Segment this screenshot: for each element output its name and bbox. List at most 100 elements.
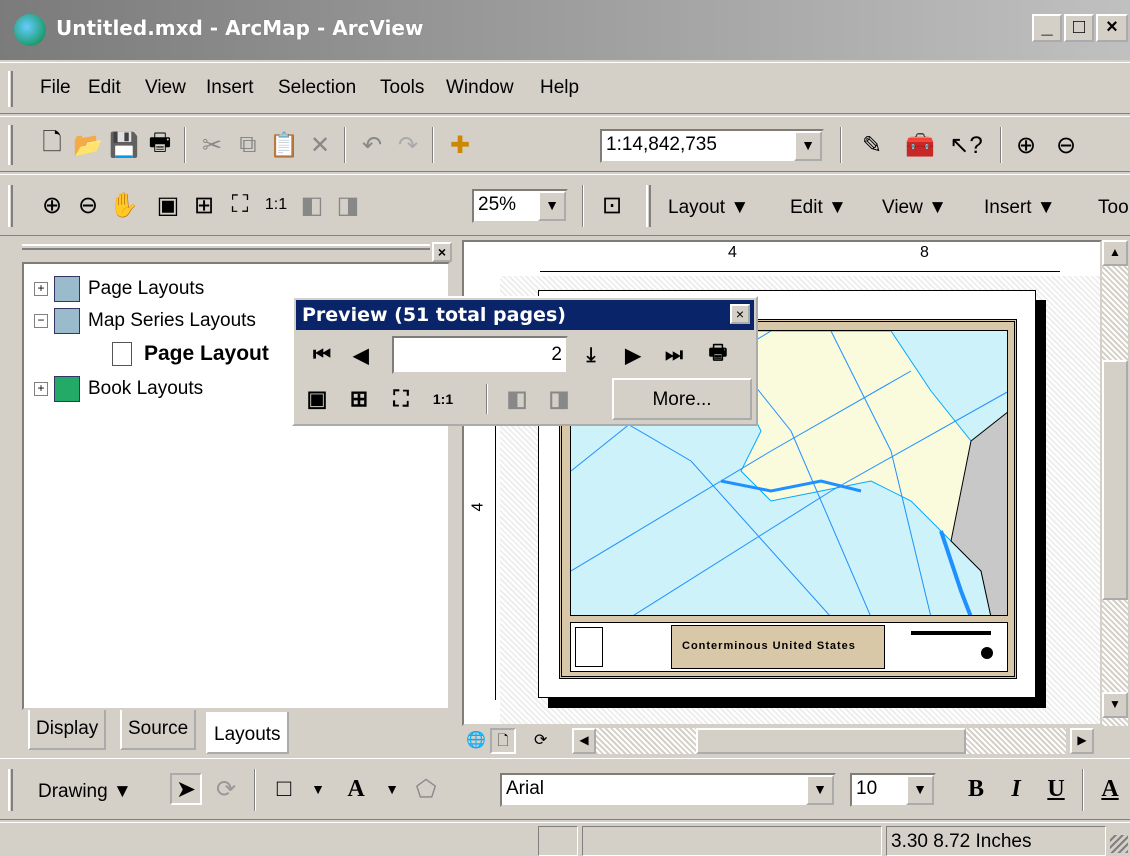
toc-item-map-series-layouts[interactable]: Map Series Layouts	[88, 310, 256, 332]
menu-selection[interactable]: Selection	[278, 77, 356, 99]
tools-menu[interactable]: Too	[1098, 197, 1129, 219]
chevron-down-icon[interactable]: ▼	[538, 191, 566, 221]
edit-menu[interactable]: Edit ▼	[790, 197, 847, 219]
paste-icon[interactable]: 📋	[268, 129, 300, 161]
close-button[interactable]: ×	[1096, 14, 1128, 42]
menu-help[interactable]: Help	[540, 77, 579, 99]
insert-menu[interactable]: Insert ▼	[984, 197, 1056, 219]
open-folder-icon[interactable]: 📂	[72, 129, 104, 161]
close-icon[interactable]: ×	[730, 304, 750, 324]
next-page-icon[interactable]: ▶	[616, 338, 650, 372]
fixed-zoom-out-icon[interactable]: ⛶	[386, 384, 416, 414]
view-menu[interactable]: View ▼	[882, 197, 947, 219]
horizontal-scroll-thumb[interactable]	[696, 728, 966, 754]
layout-zoom-out-icon[interactable]: ⊖	[72, 189, 104, 221]
fixed-zoom-in-icon[interactable]: ⊞	[344, 384, 374, 414]
forward-extent-icon[interactable]: ◨	[544, 384, 574, 414]
page-number-input[interactable]: 2	[392, 336, 568, 374]
arctoolbox-icon[interactable]: 🧰	[904, 129, 936, 161]
copy-icon[interactable]: ⧉	[232, 129, 264, 161]
font-name-combo[interactable]: Arial ▼	[500, 773, 836, 807]
menu-edit[interactable]: Edit	[88, 77, 121, 99]
scroll-left-icon[interactable]: ◀	[572, 728, 596, 754]
scroll-up-icon[interactable]: ▲	[1102, 240, 1128, 266]
zoom-whole-page-icon[interactable]: ▣	[152, 189, 184, 221]
close-pane-icon[interactable]: ×	[432, 242, 452, 262]
toolbar-grip[interactable]	[8, 71, 13, 107]
collapse-icon[interactable]: −	[34, 314, 48, 328]
menu-insert[interactable]: Insert	[206, 77, 254, 99]
rotate-icon[interactable]: ⟳	[210, 773, 242, 805]
undo-icon[interactable]: ↶	[356, 129, 388, 161]
whats-this-help-icon[interactable]: ↖?	[949, 129, 982, 161]
chevron-down-icon[interactable]: ▼	[376, 773, 408, 805]
back-extent-icon[interactable]: ◧	[502, 384, 532, 414]
scroll-down-icon[interactable]: ▼	[1102, 692, 1128, 718]
toc-item-page-layout[interactable]: Page Layout	[144, 342, 269, 366]
go-to-page-icon[interactable]: ⤓	[574, 338, 608, 372]
underline-button[interactable]: U	[1040, 773, 1072, 805]
rectangle-icon[interactable]: □	[268, 773, 300, 805]
tab-source[interactable]: Source	[120, 710, 197, 750]
minimize-button[interactable]: _	[1032, 14, 1062, 42]
zoom-out-icon[interactable]: ⊖	[1050, 129, 1082, 161]
tab-layouts[interactable]: Layouts	[206, 712, 289, 754]
zoom-percent-combo[interactable]: 25% ▼	[472, 189, 568, 223]
vertical-scrollbar[interactable]: ▲ ▼	[1102, 240, 1128, 726]
toc-item-book-layouts[interactable]: Book Layouts	[88, 378, 203, 400]
menu-file[interactable]: File	[40, 77, 71, 99]
fixed-zoom-out-icon[interactable]: ⛶	[224, 189, 256, 221]
menu-view[interactable]: View	[145, 77, 186, 99]
expand-icon[interactable]: +	[34, 282, 48, 296]
toc-item-page-layouts[interactable]: Page Layouts	[88, 278, 204, 300]
chevron-down-icon[interactable]: ▼	[906, 775, 934, 805]
menu-tools[interactable]: Tools	[380, 77, 424, 99]
print-icon[interactable]: 🖶	[144, 129, 176, 161]
refresh-icon[interactable]: ⟳	[534, 730, 556, 752]
pan-icon[interactable]: ✋	[108, 189, 140, 221]
cut-icon[interactable]: ✂	[196, 129, 228, 161]
menu-window[interactable]: Window	[446, 77, 514, 99]
forward-extent-icon[interactable]: ◨	[332, 189, 364, 221]
new-document-icon[interactable]: 🗋	[36, 129, 68, 161]
more-button[interactable]: More...	[612, 378, 752, 420]
layout-menu[interactable]: Layout ▼	[668, 197, 749, 219]
resize-grip-icon[interactable]	[1110, 835, 1128, 853]
toolbar-grip[interactable]	[646, 185, 651, 227]
layout-zoom-in-icon[interactable]: ⊕	[36, 189, 68, 221]
italic-button[interactable]: I	[1000, 773, 1032, 805]
last-page-icon[interactable]: ⏭	[656, 338, 692, 372]
chevron-down-icon[interactable]: ▼	[806, 775, 834, 805]
bold-button[interactable]: B	[960, 773, 992, 805]
save-icon[interactable]: 💾	[108, 129, 140, 161]
pane-grip[interactable]	[22, 244, 430, 250]
zoom-100-icon[interactable]: 1:1	[260, 189, 292, 221]
scroll-right-icon[interactable]: ▶	[1070, 728, 1094, 754]
toolbar-grip[interactable]	[8, 125, 13, 165]
toggle-draft-mode-icon[interactable]: ⊡	[596, 189, 628, 221]
tab-display[interactable]: Display	[28, 710, 107, 750]
font-size-combo[interactable]: 10 ▼	[850, 773, 936, 807]
chevron-down-icon[interactable]: ▼	[794, 131, 822, 161]
toolbar-grip[interactable]	[8, 769, 13, 811]
expand-icon[interactable]: +	[34, 382, 48, 396]
horizontal-scrollbar[interactable]	[596, 728, 1066, 754]
vertical-scroll-thumb[interactable]	[1102, 360, 1128, 600]
back-extent-icon[interactable]: ◧	[296, 189, 328, 221]
first-page-icon[interactable]: ⏮	[302, 338, 342, 372]
select-elements-icon[interactable]: ➤	[170, 773, 202, 805]
maximize-button[interactable]: □	[1064, 14, 1094, 42]
zoom-whole-page-icon[interactable]: ▣	[302, 384, 332, 414]
fixed-zoom-in-icon[interactable]: ⊞	[188, 189, 220, 221]
layout-view-icon[interactable]: 🗋	[490, 728, 516, 754]
preview-title-bar[interactable]: Preview (51 total pages)	[296, 300, 754, 330]
editor-toolbar-icon[interactable]: ✎	[856, 129, 888, 161]
text-tool-icon[interactable]: A	[340, 773, 372, 805]
data-view-icon[interactable]: 🌐	[466, 730, 488, 752]
print-icon[interactable]: 🖶	[698, 338, 738, 372]
map-scale-combo[interactable]: 1:14,842,735 ▼	[600, 129, 824, 163]
edit-vertices-icon[interactable]: ⬠	[410, 773, 442, 805]
chevron-down-icon[interactable]: ▼	[302, 773, 334, 805]
delete-icon[interactable]: ✕	[304, 129, 336, 161]
font-color-icon[interactable]: A	[1094, 773, 1126, 805]
